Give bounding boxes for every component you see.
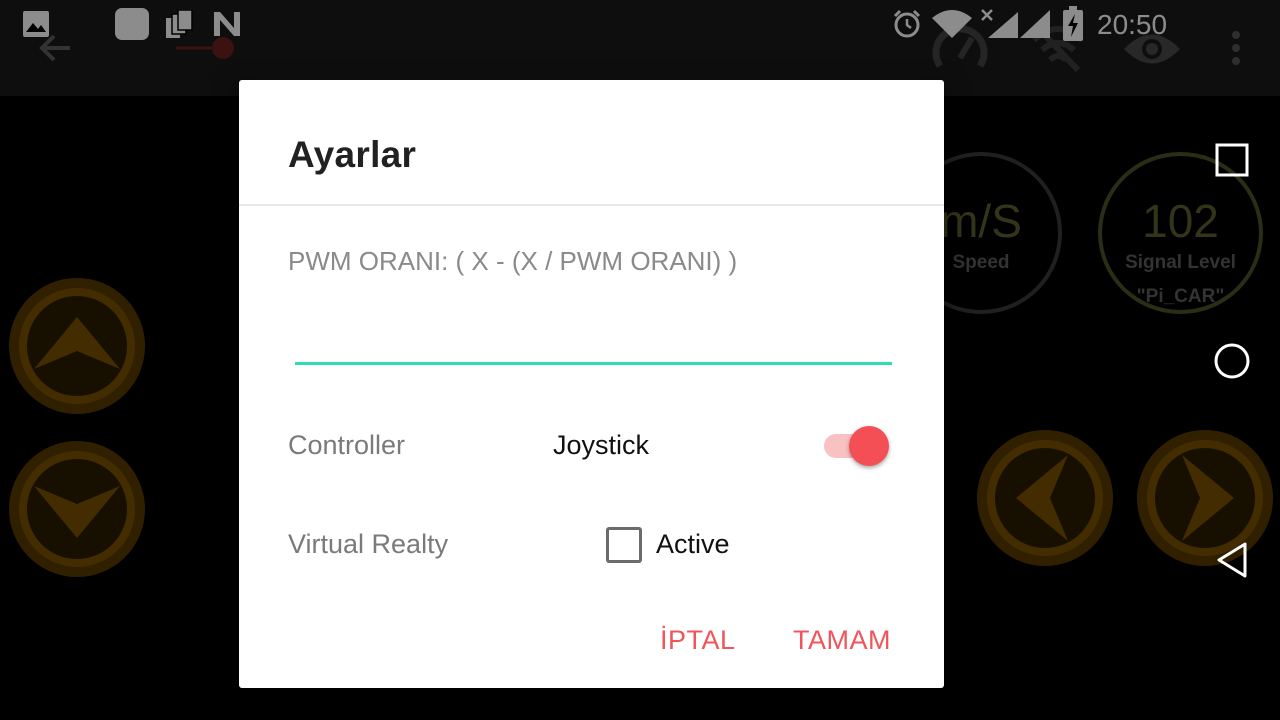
vr-active-checkbox[interactable] <box>606 527 642 563</box>
pwm-label: PWM ORANI: ( X - (X / PWM ORANI) ) <box>288 246 738 276</box>
dialog-title: Ayarlar <box>288 134 417 175</box>
cancel-button[interactable]: İPTAL <box>660 625 736 656</box>
controller-switch[interactable] <box>824 424 890 468</box>
vr-checkbox-label[interactable]: Active <box>656 529 730 560</box>
title-divider <box>239 204 944 206</box>
controller-label: Controller <box>288 430 406 460</box>
recents-nav-icon[interactable] <box>1215 143 1249 177</box>
pwm-input[interactable] <box>295 310 892 365</box>
home-nav-icon[interactable] <box>1213 342 1251 380</box>
switch-thumb <box>849 426 889 466</box>
vr-label: Virtual Realty <box>288 529 449 559</box>
controller-value: Joystick <box>553 430 650 460</box>
back-nav-icon[interactable] <box>1215 541 1249 579</box>
ok-button[interactable]: TAMAM <box>793 625 891 656</box>
settings-dialog: Ayarlar PWM ORANI: ( X - (X / PWM ORANI)… <box>239 80 944 688</box>
